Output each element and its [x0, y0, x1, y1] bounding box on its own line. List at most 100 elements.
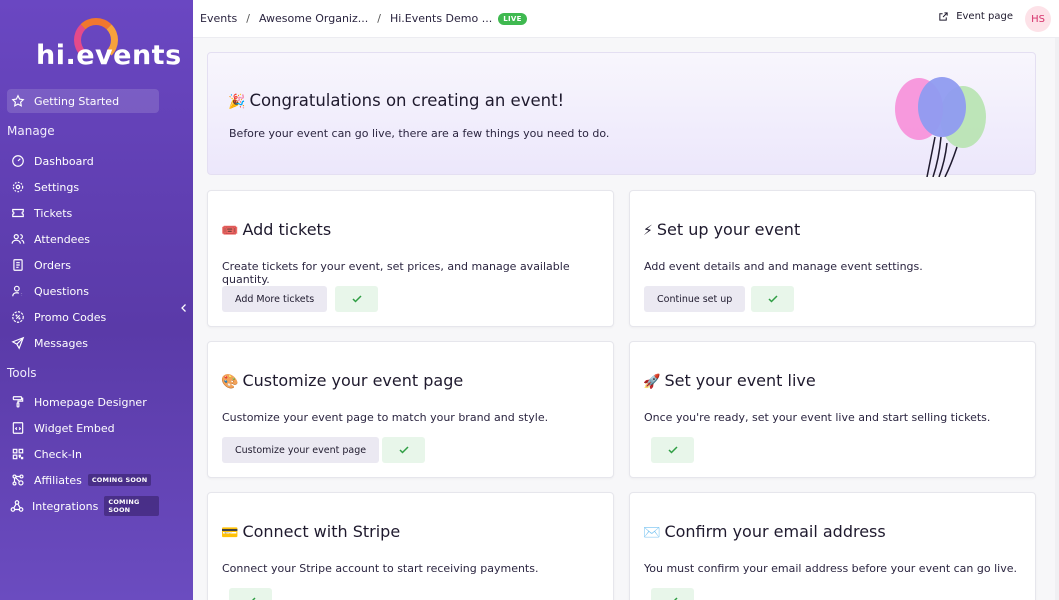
- sidebar: hi.events Getting Started Manage Dashboa…: [0, 0, 193, 600]
- task-card-set-up-event: ⚡ Set up your event Add event details and…: [629, 190, 1036, 327]
- collapse-sidebar-button[interactable]: [177, 300, 191, 316]
- external-link-icon: [939, 12, 948, 21]
- sidebar-item-label: Affiliates: [34, 473, 82, 487]
- sidebar-item-label: Tickets: [34, 206, 73, 220]
- continue-set-up-button[interactable]: Continue set up: [644, 286, 746, 312]
- customize-event-page-button[interactable]: Customize your event page: [222, 437, 380, 463]
- sidebar-item-label: Attendees: [34, 232, 90, 246]
- sidebar-item-label: Promo Codes: [34, 310, 107, 324]
- sidebar-item-attendees[interactable]: Attendees: [7, 227, 159, 251]
- sidebar-item-label: Messages: [34, 336, 88, 350]
- section-tools: Tools: [7, 366, 37, 380]
- lightning-emoji-icon: ⚡: [643, 223, 653, 239]
- check-icon: [398, 446, 409, 454]
- card-title: ⚡ Set up your event: [643, 220, 800, 239]
- task-card-add-tickets: 🎟️ Add tickets Create tickets for your ev…: [207, 190, 614, 327]
- sidebar-item-label: Settings: [34, 180, 80, 194]
- live-status-badge: LIVE: [498, 12, 527, 25]
- palette-emoji-icon: 🎨: [221, 374, 239, 390]
- sidebar-item-settings[interactable]: Settings: [7, 175, 159, 199]
- send-icon: [10, 335, 26, 351]
- star-icon: [10, 93, 26, 109]
- qr-code-icon: [10, 446, 26, 462]
- card-title-text: Connect with Stripe: [242, 522, 401, 541]
- check-icon: [251, 597, 256, 600]
- sidebar-item-widget-embed[interactable]: Widget Embed: [7, 416, 159, 440]
- check-icon: [351, 295, 362, 303]
- gear-icon: [10, 179, 26, 195]
- completed-check: [651, 437, 694, 463]
- breadcrumb-separator: /: [377, 12, 381, 25]
- check-icon: [767, 295, 778, 303]
- webhook-icon: [10, 498, 24, 514]
- balloons-illustration: [895, 77, 986, 177]
- sidebar-item-integrations[interactable]: Integrations COMING SOON: [7, 494, 159, 518]
- sidebar-item-dashboard[interactable]: Dashboard: [7, 149, 159, 173]
- breadcrumb-separator: /: [246, 12, 250, 25]
- credit-card-emoji-icon: 💳: [221, 525, 239, 541]
- completed-check: [651, 588, 694, 600]
- card-description: You must confirm your email address befo…: [644, 562, 1017, 575]
- check-icon: [667, 446, 678, 454]
- receipt-icon: [10, 257, 26, 273]
- sidebar-item-getting-started[interactable]: Getting Started: [7, 89, 159, 113]
- card-title: 🎨 Customize your event page: [221, 371, 463, 390]
- completed-check: [751, 286, 794, 312]
- card-description: Add event details and and manage event s…: [644, 260, 923, 273]
- main-scrollbar[interactable]: [1055, 38, 1059, 600]
- completed-check: [382, 437, 425, 463]
- sidebar-item-label: Homepage Designer: [34, 395, 147, 409]
- congrats-banner: 🎉 Congratulations on creating an event! B…: [207, 52, 1036, 177]
- card-title: 💳 Connect with Stripe: [221, 522, 400, 541]
- sidebar-item-questions[interactable]: Questions: [7, 279, 159, 303]
- sidebar-item-messages[interactable]: Messages: [7, 331, 159, 355]
- rocket-emoji-icon: 🚀: [643, 374, 661, 390]
- card-description: Create tickets for your event, set price…: [222, 260, 570, 286]
- question-user-icon: [10, 283, 26, 299]
- card-title-text: Confirm your email address: [664, 522, 886, 541]
- embed-icon: [10, 420, 26, 436]
- chevron-left-icon: [181, 304, 186, 312]
- completed-check: [229, 588, 272, 600]
- avatar[interactable]: HS: [1025, 6, 1051, 32]
- ticket-emoji-icon: 🎟️: [221, 223, 239, 239]
- envelope-emoji-icon: ✉️: [643, 525, 661, 541]
- card-title-text: Set your event live: [664, 371, 816, 390]
- sidebar-item-label: Dashboard: [34, 154, 94, 168]
- card-description: Once you're ready, set your event live a…: [644, 411, 991, 424]
- card-title-text: Set up your event: [656, 220, 801, 239]
- sidebar-item-label: Integrations: [32, 499, 99, 513]
- sidebar-item-promo-codes[interactable]: Promo Codes: [7, 305, 159, 329]
- check-icon: [673, 597, 678, 600]
- sidebar-item-affiliates[interactable]: Affiliates COMING SOON: [7, 468, 159, 492]
- sidebar-item-tickets[interactable]: Tickets: [7, 201, 159, 225]
- banner-subtitle: Before your event can go live, there are…: [229, 127, 610, 140]
- task-card-confirm-email: ✉️ Confirm your email address You must co…: [629, 492, 1036, 600]
- dashboard-icon: [10, 153, 26, 169]
- sidebar-item-orders[interactable]: Orders: [7, 253, 159, 277]
- add-more-tickets-button[interactable]: Add More tickets: [222, 286, 328, 312]
- breadcrumb: Events / Awesome Organiz... / Hi.Events …: [200, 12, 527, 25]
- sidebar-item-label: Widget Embed: [34, 421, 115, 435]
- task-card-customize-page: 🎨 Customize your event page Customize you…: [207, 341, 614, 478]
- section-manage: Manage: [7, 124, 55, 138]
- top-header: Events / Awesome Organiz... / Hi.Events …: [193, 0, 1059, 38]
- breadcrumb-events[interactable]: Events: [200, 12, 237, 25]
- sidebar-item-homepage-designer[interactable]: Homepage Designer: [7, 390, 159, 414]
- card-title: 🎟️ Add tickets: [221, 220, 331, 239]
- sidebar-item-check-in[interactable]: Check-In: [7, 442, 159, 466]
- banner-title: 🎉 Congratulations on creating an event!: [228, 91, 564, 110]
- event-page-link[interactable]: Event page: [938, 11, 1013, 22]
- coming-soon-badge: COMING SOON: [104, 496, 159, 516]
- sidebar-item-label: Orders: [34, 258, 71, 272]
- users-icon: [10, 231, 26, 247]
- breadcrumb-organizer[interactable]: Awesome Organiz...: [259, 12, 368, 25]
- task-card-set-live: 🚀 Set your event live Once you're ready, …: [629, 341, 1036, 478]
- hi-events-logo[interactable]: hi.events: [36, 16, 181, 72]
- banner-title-text: Congratulations on creating an event!: [249, 91, 565, 110]
- card-description: Customize your event page to match your …: [222, 411, 549, 424]
- affiliate-icon: [10, 472, 26, 488]
- breadcrumb-event[interactable]: Hi.Events Demo ...: [390, 12, 492, 25]
- card-title-text: Add tickets: [242, 220, 332, 239]
- discount-icon: [10, 309, 26, 325]
